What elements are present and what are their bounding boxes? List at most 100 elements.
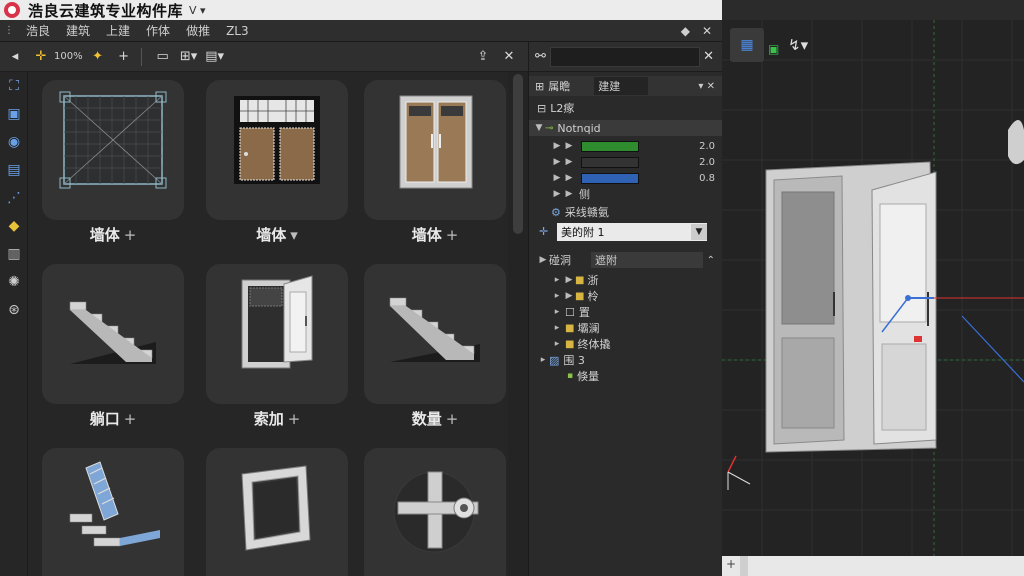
add-viewport-icon[interactable]: + — [726, 557, 736, 571]
expand-icon[interactable]: ▶ — [551, 157, 563, 167]
menu-item-2[interactable]: 建筑 — [58, 22, 98, 39]
prop-row-2[interactable]: ▶ ▶ 2.0 — [529, 154, 723, 170]
checkbox-icon[interactable]: ☐ — [565, 306, 575, 319]
pin-icon[interactable]: ◆ — [681, 24, 690, 38]
tools-icon[interactable]: ✕ — [498, 46, 520, 68]
prop-row-3[interactable]: ▶ ▶ 0.8 — [529, 170, 723, 186]
tile-stairs[interactable]: 躺口 + — [42, 264, 184, 428]
tile-window-door[interactable]: 墙体 ▾ — [206, 80, 348, 244]
menu-item-3[interactable]: 上建 — [98, 22, 138, 39]
box-icon[interactable]: ▣ — [0, 100, 28, 128]
expand-icon[interactable]: ▸ — [551, 323, 563, 333]
expand-icon[interactable]: ▶ — [537, 255, 549, 265]
menu-item-5[interactable]: 做推 — [178, 22, 218, 39]
expand-icon[interactable]: ▸ — [551, 339, 563, 349]
dropdown-icon[interactable]: ▾ — [290, 226, 298, 244]
view-cube-icon[interactable]: ▦ — [730, 28, 764, 62]
add-icon[interactable]: + — [113, 46, 135, 68]
tile-double-door[interactable]: 墙体 + — [364, 80, 506, 244]
title-menu-chevron[interactable]: ᐯ ▾ — [189, 4, 206, 17]
panel-search-input[interactable] — [549, 46, 700, 67]
layer-row[interactable]: ⊟ L2瘃 — [529, 100, 723, 116]
expand-icon[interactable]: ▸ — [551, 307, 563, 317]
tree-item-6[interactable]: ▸ ▨ 围 3 — [529, 352, 723, 368]
play-icon[interactable]: ▶ — [563, 189, 575, 199]
move-icon[interactable]: ✛ — [30, 46, 52, 68]
add-icon[interactable]: + — [124, 226, 137, 244]
snap-icon[interactable]: ✦ — [87, 46, 109, 68]
group-row[interactable]: ▼ ⊸ Notnqid — [529, 120, 723, 136]
add-icon[interactable]: + — [446, 410, 459, 428]
add-icon[interactable]: + — [446, 226, 459, 244]
link-icon[interactable]: ⚯ — [535, 49, 546, 64]
expand-icon[interactable]: ▸ — [551, 291, 563, 301]
panel-menu-icon[interactable]: ▾ ✕ — [698, 81, 715, 92]
component-library: 墙体 + 墙体 ▾ 墙体 + 躺口 + 索加 + 数量 + — [28, 72, 508, 576]
library-scrollbar[interactable] — [508, 72, 528, 576]
expand-icon[interactable]: ▼ — [533, 123, 545, 133]
layers-icon[interactable]: ⛶ — [0, 72, 28, 100]
menu-item-1[interactable]: 浩良 — [18, 22, 58, 39]
tree-item-4[interactable]: ▸ ■ 壩澜 — [529, 320, 723, 336]
tile-stairs-2[interactable]: 数量 + — [364, 264, 506, 428]
expand-icon[interactable]: ▶ — [551, 189, 563, 199]
expand-icon[interactable]: ▸ — [537, 355, 549, 365]
color-swatch-green[interactable] — [581, 140, 639, 152]
tree-item-3[interactable]: ▸ ☐ 置 — [529, 304, 723, 320]
close-icon[interactable]: ✕ — [702, 24, 712, 38]
trash-icon[interactable]: ▥ — [0, 240, 28, 268]
3d-viewport[interactable]: ▦ ▣ ↯▾ + — [722, 20, 1024, 576]
tile-window-frame[interactable] — [206, 448, 348, 576]
zoom-level[interactable]: 100% — [54, 51, 83, 62]
tree-item-2[interactable]: ▸ ▶ ■ 柃 — [529, 288, 723, 304]
add-icon[interactable]: + — [124, 410, 137, 428]
type-dropdown[interactable]: 美的附 1 ▼ — [557, 223, 707, 241]
expand-icon[interactable]: ▸ — [551, 275, 563, 285]
layer-dropdown-icon[interactable]: ⊞▾ — [178, 46, 200, 68]
node-icon[interactable]: ⋰ — [0, 184, 28, 212]
select-icon[interactable]: ▣ — [768, 42, 779, 56]
play-icon[interactable]: ▶ — [563, 173, 575, 183]
color-swatch-dark[interactable] — [581, 156, 639, 168]
tree-item-7[interactable]: ▪ 倏量 — [529, 368, 723, 384]
tag-icon[interactable]: ◆ — [0, 212, 28, 240]
chevron-up-icon[interactable]: ⌃ — [707, 255, 715, 266]
color-swatch-blue[interactable] — [581, 172, 639, 184]
play-icon[interactable]: ▶ — [563, 275, 575, 285]
tree-item-1[interactable]: ▸ ▶ ■ 浙 — [529, 272, 723, 288]
menu-item-4[interactable]: 作体 — [138, 22, 178, 39]
tile-fitting[interactable] — [364, 448, 506, 576]
play-icon[interactable]: ▶ — [563, 157, 575, 167]
snap-dropdown-icon[interactable]: ↯▾ — [788, 36, 808, 54]
play-icon[interactable]: ▶ — [563, 141, 575, 151]
viewport-canvas[interactable] — [722, 20, 1024, 556]
scrollbar-thumb[interactable] — [513, 74, 523, 234]
tree-item-label: 倏量 — [577, 370, 600, 383]
expand-icon[interactable]: ▶ — [551, 173, 563, 183]
gear-icon[interactable]: ✺ — [0, 268, 28, 296]
tab-properties[interactable]: 属瞻 — [548, 78, 570, 94]
extra-row[interactable]: ▶ ▶ 侧 — [529, 186, 723, 202]
tree-header-right[interactable]: 遮附 — [591, 252, 703, 268]
app-title: 浩良云建筑专业构件库 — [28, 1, 184, 20]
prop-row-1[interactable]: ▶ ▶ 2.0 — [529, 138, 723, 154]
folder-icon[interactable]: ▭ — [152, 46, 174, 68]
expand-icon[interactable]: ▶ — [551, 141, 563, 151]
menu-item-6[interactable]: ZL3 — [218, 24, 257, 38]
tile-single-door[interactable]: 索加 + — [206, 264, 348, 428]
tree-item-5[interactable]: ▸ ■ 终体撬 — [529, 336, 723, 352]
collapse-icon[interactable]: ◂ — [4, 46, 26, 68]
scan-icon[interactable]: ⊛ — [0, 296, 28, 324]
tab-build[interactable]: 建建 — [594, 77, 649, 95]
panel-close-icon[interactable]: ✕ — [703, 49, 714, 64]
chevron-down-icon[interactable]: ▼ — [691, 224, 707, 240]
add-icon[interactable]: + — [288, 410, 301, 428]
export-icon[interactable]: ⇪ — [472, 46, 494, 68]
circle-icon[interactable]: ◉ — [0, 128, 28, 156]
tile-wall-grid[interactable]: 墙体 + — [42, 80, 184, 244]
panel-tabs: ⊞ 属瞻 建建 ▾ ✕ — [529, 76, 723, 96]
paste-dropdown-icon[interactable]: ▤▾ — [204, 46, 226, 68]
file-icon[interactable]: ▤ — [0, 156, 28, 184]
play-icon[interactable]: ▶ — [563, 291, 575, 301]
tile-ladder-stairs[interactable] — [42, 448, 184, 576]
